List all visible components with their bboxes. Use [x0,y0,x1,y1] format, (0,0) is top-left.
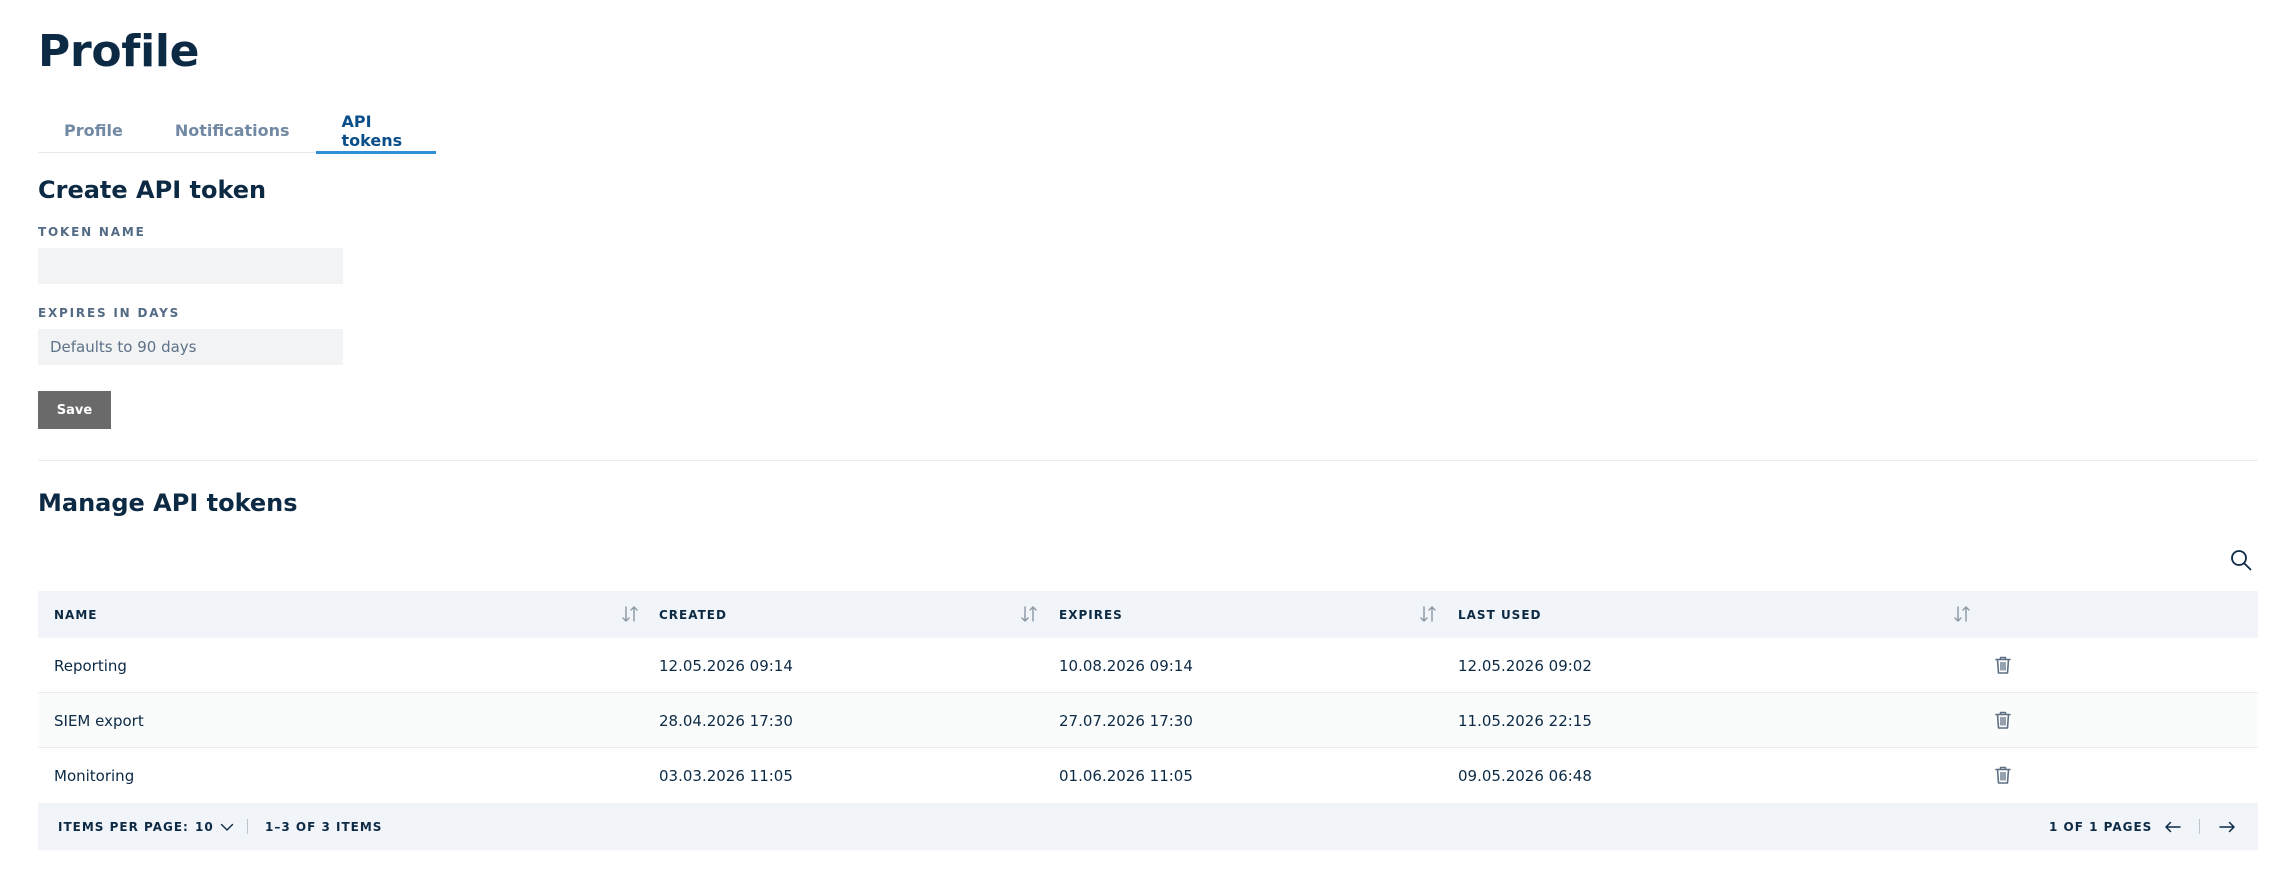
items-per-page-label: ITEMS PER PAGE: [58,819,189,834]
arrow-right-icon[interactable] [2216,816,2238,838]
manage-tokens-title: Manage API tokens [38,489,298,517]
pager-separator [2199,819,2200,834]
items-per-page-value: 10 [195,819,214,834]
trash-icon[interactable] [1992,764,2014,786]
api-tokens-table: NAME CREATED EXPIRES LAST USED Reporting… [38,591,2258,850]
page-count: 1 OF 1 PAGES [2049,819,2153,834]
created-cell: 03.03.2026 11:05 [659,766,793,785]
sort-icon[interactable] [620,604,640,624]
sort-icon[interactable] [1952,604,1972,624]
sort-icon[interactable] [1418,604,1438,624]
column-header-last-used: LAST USED [1458,607,1542,622]
last-used-cell: 12.05.2026 09:02 [1458,656,1592,675]
column-header-created: CREATED [659,607,727,622]
expires-cell: 10.08.2026 09:14 [1059,656,1193,675]
created-cell: 12.05.2026 09:14 [659,656,793,675]
arrow-left-icon[interactable] [2162,816,2184,838]
trash-icon[interactable] [1992,709,2014,731]
trash-icon[interactable] [1992,654,2014,676]
create-token-title: Create API token [38,176,267,204]
pager-separator [247,819,248,834]
items-per-page-select[interactable]: 10 [195,803,234,850]
token-name-cell: Monitoring [54,766,135,785]
token-name-input[interactable] [38,248,343,284]
tab-api-tokens[interactable]: API tokens [315,108,437,154]
token-name-cell: Reporting [54,656,127,675]
tab-profile[interactable]: Profile [38,108,149,153]
table-header: NAME CREATED EXPIRES LAST USED [38,591,2258,638]
page-title: Profile [38,26,200,77]
tab-bar: Profile Notifications API tokens [38,108,437,154]
table-row: Reporting 12.05.2026 09:14 10.08.2026 09… [38,638,2258,693]
expires-input[interactable] [38,329,343,365]
section-divider [38,460,2258,461]
created-cell: 28.04.2026 17:30 [659,711,793,730]
search-icon[interactable] [2229,548,2253,572]
expires-cell: 27.07.2026 17:30 [1059,711,1193,730]
profile-page: Profile Profile Notifications API tokens… [0,0,2295,881]
column-header-name: NAME [54,607,98,622]
sort-icon[interactable] [1019,604,1039,624]
table-row: Monitoring 03.03.2026 11:05 01.06.2026 1… [38,748,2258,803]
expires-label: EXPIRES IN DAYS [38,306,181,320]
token-name-cell: SIEM export [54,711,144,730]
last-used-cell: 09.05.2026 06:48 [1458,766,1592,785]
last-used-cell: 11.05.2026 22:15 [1458,711,1592,730]
column-header-expires: EXPIRES [1059,607,1123,622]
table-row: SIEM export 28.04.2026 17:30 27.07.2026 … [38,693,2258,748]
tab-notifications[interactable]: Notifications [149,108,316,153]
token-name-label: TOKEN NAME [38,225,146,239]
save-button[interactable]: Save [38,391,111,429]
expires-cell: 01.06.2026 11:05 [1059,766,1193,785]
items-range: 1–3 OF 3 ITEMS [265,819,383,834]
pagination-bar: ITEMS PER PAGE: 10 1–3 OF 3 ITEMS 1 OF 1… [38,803,2258,850]
chevron-down-icon [220,823,233,831]
